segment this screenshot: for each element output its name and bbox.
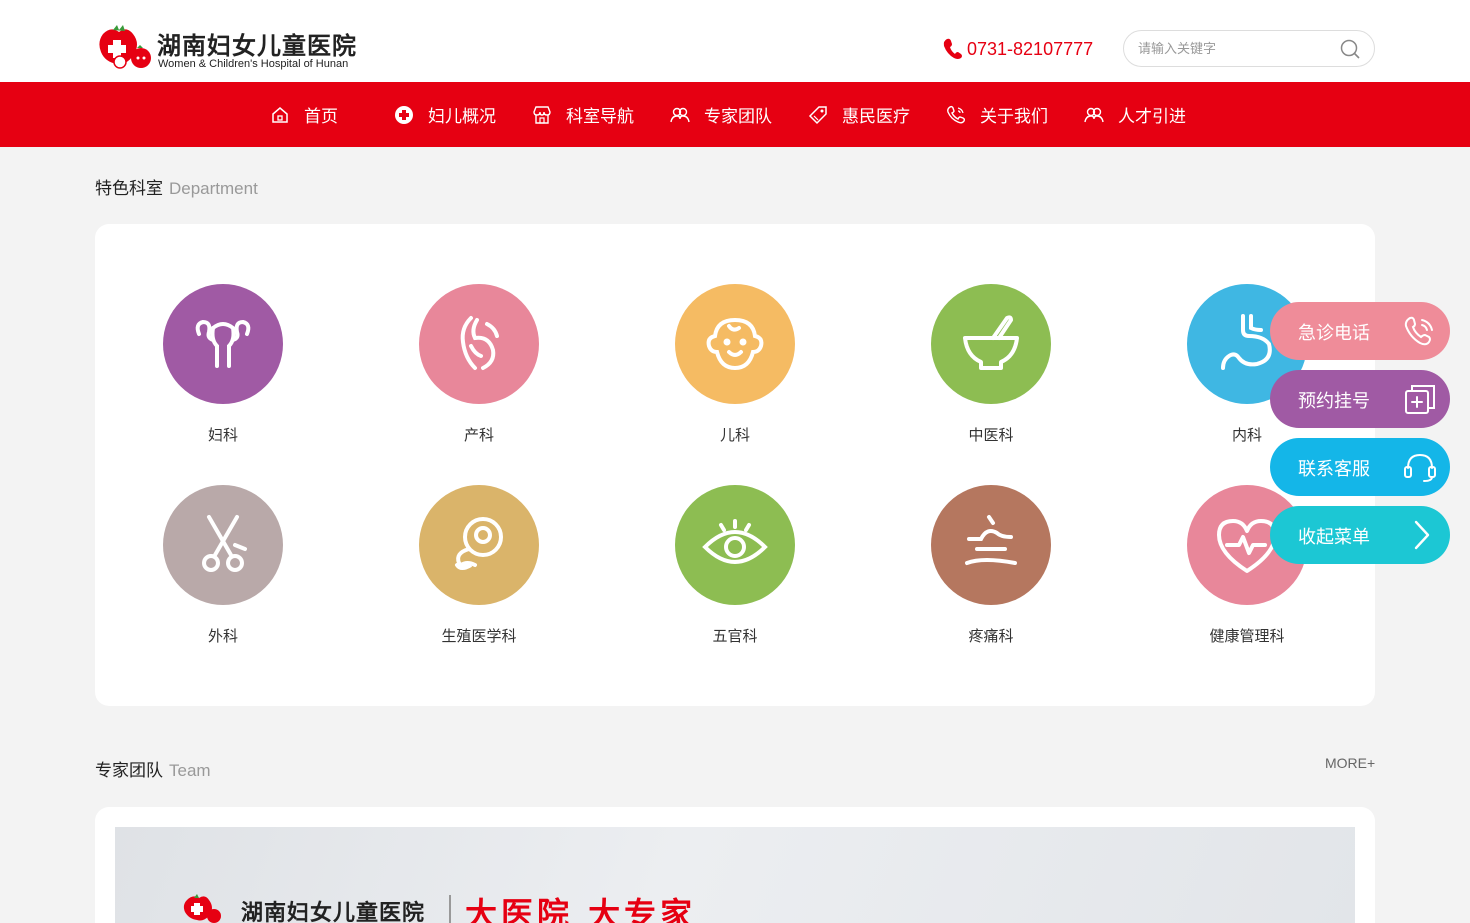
section-title-en: Team xyxy=(169,761,211,780)
department-gynecology[interactable]: 妇科 xyxy=(143,284,303,454)
register-icon xyxy=(1405,385,1435,414)
department-surgery[interactable]: 外科 xyxy=(143,485,303,655)
phone-number: 0731-82107777 xyxy=(967,38,1094,59)
scissors-icon xyxy=(202,515,247,572)
embryo-icon xyxy=(455,517,503,570)
nav-label: 人才引进 xyxy=(1118,107,1186,127)
pregnancy-icon xyxy=(460,316,499,370)
department-label: 中医科 xyxy=(968,426,1014,444)
nav-item-experts[interactable]: 专家团队 xyxy=(670,102,772,127)
department-label: 生殖医学科 xyxy=(441,627,517,645)
team-card: 湖南妇女儿童医院 大医院 大专家 xyxy=(95,807,1375,923)
department-reproductive[interactable]: 生殖医学科 xyxy=(399,485,559,655)
department-ent[interactable]: 五官科 xyxy=(655,485,815,655)
department-icon-circle xyxy=(931,284,1051,404)
float-collapse-menu-button[interactable]: 收起菜单 xyxy=(1270,506,1450,564)
department-label: 健康管理科 xyxy=(1209,627,1285,645)
pain-icon xyxy=(965,515,1017,565)
chevron-right-icon xyxy=(1414,520,1430,550)
nav-label: 惠民医疗 xyxy=(842,107,910,127)
nav-label: 科室导航 xyxy=(566,107,634,127)
section-title-cn: 特色科室 xyxy=(95,179,163,199)
nav-item-benefits[interactable]: 惠民医疗 xyxy=(808,102,910,127)
department-icon-circle xyxy=(163,284,283,404)
department-label: 外科 xyxy=(207,627,238,645)
home-icon xyxy=(272,106,288,123)
department-pediatrics[interactable]: 儿科 xyxy=(655,284,815,454)
float-appointment-button[interactable]: 预约挂号 xyxy=(1270,370,1450,428)
nav-item-overview[interactable]: 妇儿概况 xyxy=(394,102,496,127)
search-icon[interactable] xyxy=(1340,39,1360,59)
uterus-icon xyxy=(195,319,251,368)
eye-icon xyxy=(702,519,768,564)
headset-icon xyxy=(1404,453,1436,482)
nav-item-departments[interactable]: 科室导航 xyxy=(532,102,634,127)
department-icon-circle xyxy=(163,485,283,605)
department-icon-circle xyxy=(675,485,795,605)
team-more-link[interactable]: MORE+ xyxy=(1325,755,1375,771)
department-label: 五官科 xyxy=(712,627,758,645)
nav-item-home[interactable]: 首页 xyxy=(270,102,338,127)
department-icon-circle xyxy=(675,284,795,404)
nav-label: 关于我们 xyxy=(980,107,1048,127)
nav-item-careers[interactable]: 人才引进 xyxy=(1084,102,1186,127)
phone-icon xyxy=(943,38,962,59)
department-icon-circle xyxy=(931,485,1051,605)
department-label: 疼痛科 xyxy=(968,627,1014,645)
department-pain[interactable]: 疼痛科 xyxy=(911,485,1071,655)
nav-label: 专家团队 xyxy=(704,107,772,127)
department-icon-circle xyxy=(419,485,539,605)
float-label: 收起菜单 xyxy=(1298,527,1370,548)
department-label: 儿科 xyxy=(719,426,750,444)
nav-label: 妇儿概况 xyxy=(428,107,496,127)
float-label: 急诊电话 xyxy=(1298,323,1370,344)
float-label: 联系客服 xyxy=(1298,459,1370,480)
float-customer-service-button[interactable]: 联系客服 xyxy=(1270,438,1450,496)
phone-call-icon xyxy=(1404,316,1433,346)
float-label: 预约挂号 xyxy=(1298,391,1370,412)
team-banner[interactable]: 湖南妇女儿童医院 大医院 大专家 xyxy=(115,827,1355,923)
people-icon xyxy=(670,107,690,122)
department-card: 妇科 产科 儿科 中医科 内科 外科 生殖医学科 五官科 疼痛科 健康管理科 xyxy=(95,224,1375,706)
department-label: 产科 xyxy=(463,426,494,444)
hospital-logo[interactable]: 湖南妇女儿童医院 Women & Children's Hospital of … xyxy=(95,22,365,72)
department-label: 妇科 xyxy=(207,426,238,444)
department-section-title: 特色科室 Department xyxy=(95,174,258,199)
main-nav: 首页 妇儿概况 科室导航 专家团队 惠民医疗 关于我们 人才引进 xyxy=(0,82,1470,147)
hospital-badge-icon xyxy=(395,105,413,124)
team-section-title: 专家团队 Team xyxy=(95,756,211,781)
baby-face-icon xyxy=(706,317,764,371)
phone-icon xyxy=(947,105,966,123)
nav-label: 首页 xyxy=(304,107,338,127)
department-obstetrics[interactable]: 产科 xyxy=(399,284,559,454)
banner-hospital-name: 湖南妇女儿童医院 xyxy=(241,901,426,923)
store-icon xyxy=(533,105,551,124)
nav-item-about[interactable]: 关于我们 xyxy=(946,102,1048,127)
hotline[interactable]: 0731-82107777 xyxy=(943,38,1093,60)
mortar-icon xyxy=(963,315,1019,370)
search-input[interactable] xyxy=(1138,39,1328,59)
logo-english-name: Women & Children's Hospital of Hunan xyxy=(158,58,349,70)
section-title-cn: 专家团队 xyxy=(95,761,163,781)
people-icon xyxy=(1084,107,1104,122)
float-emergency-call-button[interactable]: 急诊电话 xyxy=(1270,302,1450,360)
tag-icon xyxy=(808,105,827,124)
banner-divider xyxy=(449,895,451,923)
department-icon-circle xyxy=(419,284,539,404)
banner-slogan: 大医院 大专家 xyxy=(465,895,697,923)
strawberry-logo-icon xyxy=(183,894,221,923)
strawberry-logo-icon xyxy=(99,25,151,69)
search-box xyxy=(1123,30,1375,67)
site-header: 湖南妇女儿童医院 Women & Children's Hospital of … xyxy=(0,0,1470,82)
section-title-en: Department xyxy=(169,179,258,198)
department-tcm[interactable]: 中医科 xyxy=(911,284,1071,454)
logo-chinese-name: 湖南妇女儿童医院 xyxy=(157,32,357,60)
